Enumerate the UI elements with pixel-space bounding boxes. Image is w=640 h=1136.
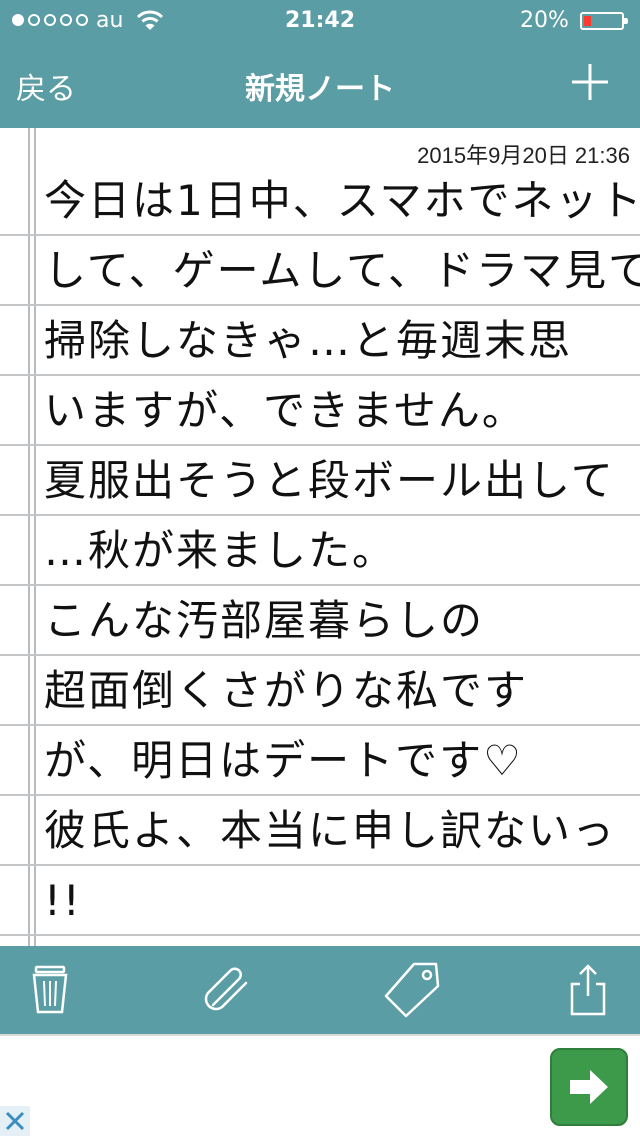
note-text-line: 今日は1日中、スマホでネット [44,176,640,225]
note-body[interactable]: 2015年9月20日 21:36 今日は1日中、スマホでネット して、ゲームして、… [0,128,640,946]
note-text-line: …秋が来ました。 [44,526,397,575]
margin-line [34,128,36,946]
note-text-line: いますが、できません。 [44,386,526,435]
navigation-bar: 戻る 新規ノート [0,40,640,128]
add-note-icon[interactable] [568,60,612,104]
tag-icon [384,962,440,1018]
battery-level-fill [584,16,591,26]
ad-go-button[interactable] [550,1048,628,1126]
note-text-line: 彼氏よ、本当に申し訳ないっ [44,806,617,855]
attach-button[interactable] [198,960,258,1020]
share-button[interactable] [558,960,618,1020]
ad-close-button[interactable] [0,1106,30,1136]
arrow-right-icon [570,1070,608,1104]
note-text-line: こんな汚部屋暮らしの [44,596,485,645]
note-text-line: が、明日はデートです♡ [44,736,523,785]
note-text-line: 掃除しなきゃ…と毎週末思 [44,316,573,365]
back-button[interactable]: 戻る [16,64,76,108]
note-text-line: して、ゲームして、ドラマ見て…。 [44,246,640,295]
note-text-line: 夏服出そうと段ボール出して [44,456,615,505]
battery-icon [580,12,628,30]
page-title: 新規ノート [245,72,395,107]
close-icon [5,1111,25,1131]
trash-icon [32,965,68,1014]
status-bar: au 21:42 20% [0,0,640,40]
note-text-line: 超面倒くさがりな私です [44,666,529,715]
delete-button[interactable] [20,960,80,1020]
bottom-toolbar [0,946,640,1034]
tag-button[interactable] [382,960,442,1020]
share-icon [570,964,606,1016]
ad-banner[interactable] [0,1034,640,1136]
paperclip-icon [204,967,248,1011]
margin-line [28,128,30,946]
battery-percentage: 20% [520,8,569,33]
note-text-line: !! [44,876,82,925]
